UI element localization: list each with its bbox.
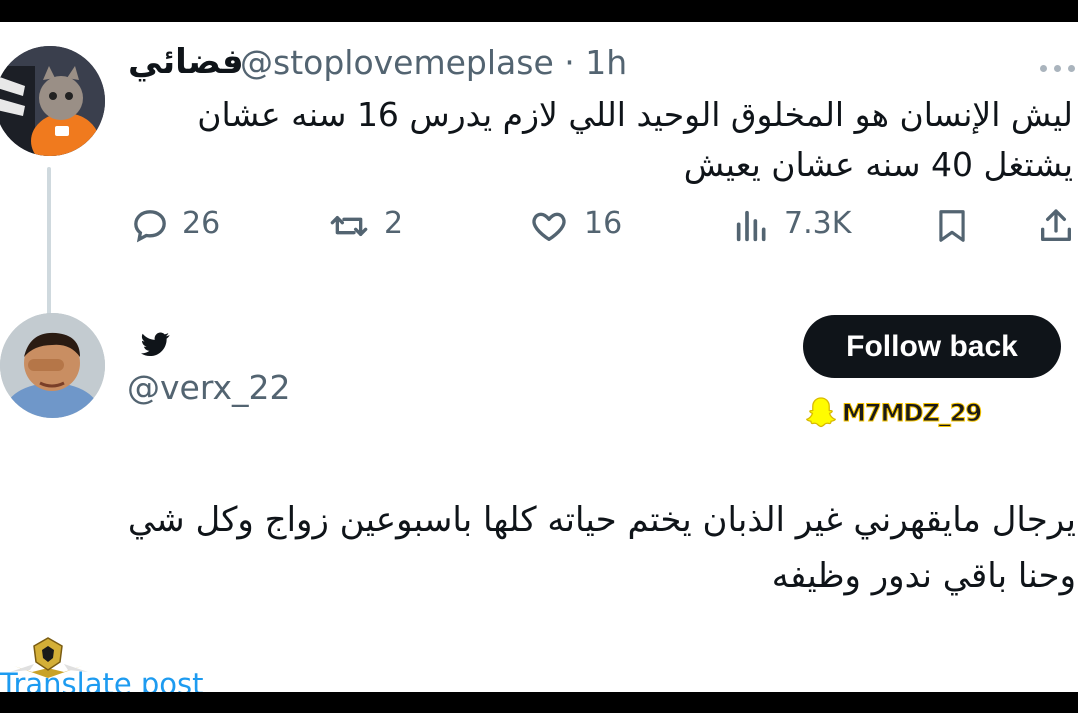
retweet-icon — [330, 216, 368, 236]
views-count: 7.3K — [784, 206, 852, 241]
post-text: يرجال مايقهرني غير الذبان يختم حياته كله… — [26, 492, 1076, 604]
tweet-header: فضائي @stoplovemeplase · 1h — [120, 40, 640, 84]
like-button[interactable]: 16 — [528, 200, 628, 250]
reply-icon — [134, 210, 166, 243]
avatar[interactable] — [0, 313, 105, 418]
profile-handle[interactable]: @verx_22 — [127, 368, 291, 407]
retweet-count: 2 — [384, 206, 404, 241]
snapchat-username: M7MDZ_29 — [841, 399, 982, 428]
reply-button[interactable]: 26 — [130, 200, 230, 250]
reply-count: 26 — [182, 206, 221, 241]
share-icon — [1041, 209, 1071, 241]
views-button[interactable]: 7.3K — [732, 200, 862, 250]
more-icon[interactable] — [1038, 62, 1078, 74]
tweet-screenshot: فضائي @stoplovemeplase · 1h ليش الإنسان … — [0, 22, 1078, 692]
twitter-bird-icon — [140, 332, 170, 357]
share-button[interactable] — [1036, 200, 1078, 250]
user-handle[interactable]: @stoplovemeplase · 1h — [240, 43, 627, 82]
views-icon — [736, 210, 766, 242]
action-bar: 26 2 16 7.3K — [0, 200, 1078, 250]
avatar[interactable] — [0, 46, 105, 156]
snapchat-ghost-icon — [805, 397, 837, 428]
tweet-text-line: ليش الإنسان هو المخلوق الوحيد اللي لازم … — [197, 95, 1073, 134]
post-text-line: وحنا باقي ندور وظيفه — [771, 556, 1076, 596]
forum-logo-watermark — [10, 637, 88, 678]
post-text-line: يرجال مايقهرني غير الذبان يختم حياته كله… — [127, 500, 1076, 540]
bookmark-button[interactable] — [933, 200, 973, 250]
tweet-text: ليش الإنسان هو المخلوق الوحيد اللي لازم … — [173, 90, 1073, 190]
like-count: 16 — [584, 206, 623, 241]
bottom-black-bar — [0, 692, 1078, 713]
display-name[interactable]: فضائي — [128, 42, 244, 82]
bookmark-icon — [939, 210, 965, 242]
tweet-text-line: يشتغل 40 سنه عشان يعيش — [683, 145, 1073, 184]
retweet-button[interactable]: 2 — [328, 200, 418, 250]
top-black-bar — [0, 0, 1078, 22]
like-icon — [532, 212, 566, 241]
snapchat-tag: M7MDZ_29 — [802, 394, 1002, 434]
follow-back-button[interactable]: Follow back — [803, 315, 1061, 378]
